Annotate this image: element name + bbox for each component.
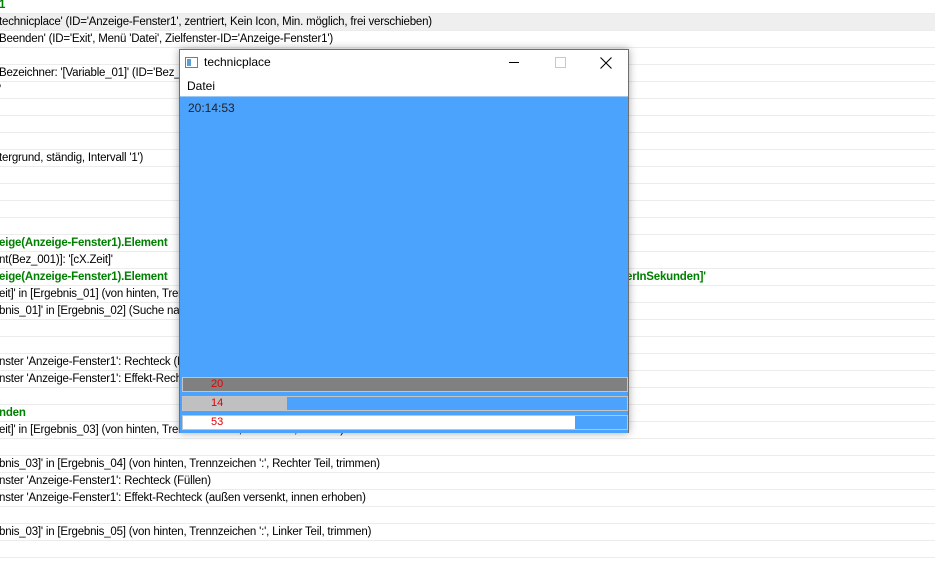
minutes-bar: 14	[182, 396, 628, 411]
code-line-text: eige(Anzeige-Fenster1).Element	[0, 271, 168, 283]
minutes-value: 14	[211, 397, 224, 409]
code-line-text: nden	[0, 407, 26, 419]
close-icon	[600, 57, 612, 69]
code-line[interactable]: nster 'Anzeige-Fenster1': Rechteck (Füll…	[0, 473, 935, 490]
code-line-text: Beenden' (ID='Exit', Menü 'Datei', Zielf…	[0, 33, 333, 45]
minutes-bar-fill	[183, 397, 287, 410]
title-bar[interactable]: technicplace	[180, 50, 628, 76]
code-line-text: 1	[0, 0, 5, 13]
window-title: technicplace	[204, 55, 271, 69]
code-line[interactable]	[0, 439, 935, 456]
code-line[interactable]	[0, 541, 935, 558]
code-line-text: tergrund, ständig, Intervall '1')	[0, 152, 144, 164]
code-line[interactable]: nster 'Anzeige-Fenster1': Effekt-Rechtec…	[0, 490, 935, 507]
code-line[interactable]	[0, 507, 935, 524]
code-line-text: nster 'Anzeige-Fenster1': Effekt-Rechte	[0, 373, 191, 385]
minimize-button[interactable]	[491, 50, 537, 76]
seconds-bar-fill	[575, 416, 627, 429]
clock-text: 20:14:53	[188, 101, 235, 115]
code-line-text: nster 'Anzeige-Fenster1': Effekt-Rechtec…	[0, 492, 366, 504]
code-line[interactable]: bnis_03]' in [Ergebnis_04] (von hinten, …	[0, 456, 935, 473]
code-line-text: nt(Bez_001)]: '[cX.Zeit]'	[0, 254, 113, 266]
code-line-text: technicplace' (ID='Anzeige-Fenster1', ze…	[0, 16, 432, 28]
code-line[interactable]: Beenden' (ID='Exit', Menü 'Datei', Zielf…	[0, 31, 935, 48]
seconds-bar: 53	[182, 415, 628, 430]
hours-bar-fill	[183, 378, 627, 391]
code-line-text-right: erInSekunden]'	[626, 271, 706, 283]
code-line-text: eige(Anzeige-Fenster1).Element	[0, 237, 168, 249]
app-window-icon	[185, 57, 198, 68]
seconds-value: 53	[211, 416, 224, 428]
code-line-text: nster 'Anzeige-Fenster1': Rechteck (Er	[0, 356, 189, 368]
close-button[interactable]	[583, 50, 629, 76]
menu-bar: Datei	[180, 76, 628, 96]
hours-bar: 20	[182, 377, 628, 392]
code-line-text: bnis_03]' in [Ergebnis_05] (von hinten, …	[0, 526, 372, 538]
code-line[interactable]: technicplace' (ID='Anzeige-Fenster1', ze…	[0, 14, 935, 31]
code-line-text: Bezeichner: '[Variable_01]' (ID='Bez_	[0, 67, 181, 79]
code-line-text: bnis_01]' in [Ergebnis_02] (Suche nac	[0, 305, 185, 317]
code-line-text: '	[0, 82, 1, 98]
code-line-text: bnis_03]' in [Ergebnis_04] (von hinten, …	[0, 458, 380, 470]
code-line-text: nster 'Anzeige-Fenster1': Rechteck (Füll…	[0, 475, 211, 487]
code-line-text: eit]' in [Ergebnis_01] (von hinten, Tren…	[0, 288, 191, 300]
clock-window[interactable]: technicplace Datei 20:14:53 20 14 53	[179, 49, 629, 433]
code-line[interactable]: 1	[0, 0, 935, 14]
hours-value: 20	[211, 378, 224, 390]
maximize-button[interactable]	[537, 50, 583, 76]
code-line[interactable]: bnis_03]' in [Ergebnis_05] (von hinten, …	[0, 524, 935, 541]
client-area: 20:14:53 20 14 53	[180, 96, 628, 433]
menu-item-datei[interactable]: Datei	[187, 79, 215, 93]
